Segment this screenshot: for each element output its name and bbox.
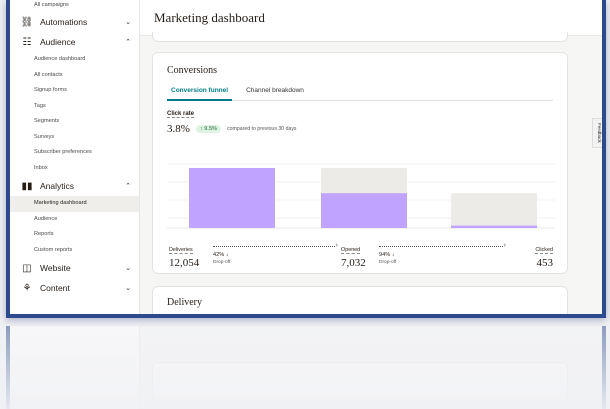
reflection-main: [140, 326, 602, 409]
sidebar-item-label: Website: [40, 263, 71, 273]
sidebar-item-subscriber-preferences[interactable]: Subscriber preferences: [10, 145, 139, 161]
trend-badge: ↑ 9.5%: [195, 125, 222, 133]
stage-clicked: Clicked 453: [507, 238, 553, 269]
stage-opened: Opened 7,032: [341, 238, 366, 269]
tab-channel-breakdown[interactable]: Channel breakdown: [242, 85, 308, 101]
analytics-icon: ▮▮: [21, 180, 33, 192]
sidebar-item-custom-reports[interactable]: Custom reports: [10, 243, 139, 259]
main-content: Marketing dashboard Conversions Conversi…: [140, 0, 602, 314]
audience-icon: ☷: [22, 36, 32, 48]
funnel-chart: [167, 163, 555, 229]
feedback-tab[interactable]: Feedback: [592, 118, 602, 148]
delivery-card: Delivery: [152, 286, 568, 314]
stage-value: 453: [536, 257, 554, 269]
dropoff-label: Drop-off: [379, 260, 397, 265]
metric-label[interactable]: Click rate: [167, 111, 195, 118]
app-window: All campaigns ⛓ Automations ⌄ ☷ Audience…: [6, 0, 606, 318]
automations-icon: ⛓: [20, 16, 34, 28]
window-reflection: [6, 326, 606, 409]
sidebar-item-content[interactable]: ⚘ Content ⌄: [10, 278, 139, 298]
sidebar-item-all-contacts[interactable]: All contacts: [10, 68, 139, 84]
funnel-bar[interactable]: [451, 225, 537, 228]
dropoff-label: Drop-off: [213, 260, 231, 265]
funnel-bar-remainder: [451, 193, 537, 228]
sidebar-item-surveys[interactable]: Surveys: [10, 130, 139, 146]
sidebar-item-label: Audience: [40, 37, 76, 47]
page-title: Marketing dashboard: [154, 9, 265, 25]
sidebar-item-tags[interactable]: Tags: [10, 99, 139, 115]
sidebar-item-label: Analytics: [40, 181, 75, 191]
sidebar-item-reports[interactable]: Reports: [10, 227, 139, 243]
dropoff-pct: 94% ↓: [379, 252, 395, 258]
sidebar: All campaigns ⛓ Automations ⌄ ☷ Audience…: [10, 0, 140, 314]
funnel-bar[interactable]: [321, 193, 407, 228]
sidebar-item-audience[interactable]: ☷ Audience ⌃: [10, 32, 139, 52]
dropoff-arrow: [213, 242, 338, 249]
sidebar-item-automations[interactable]: ⛓ Automations ⌄: [10, 12, 139, 32]
chevron-up-icon: ⌃: [125, 183, 131, 190]
reflection-sidebar: [10, 326, 140, 409]
card-title: Delivery: [167, 297, 202, 308]
stage-name[interactable]: Clicked: [535, 247, 553, 254]
previous-card-bottom: [152, 32, 568, 42]
reflection-card: [152, 362, 568, 402]
metric-row: 3.8% ↑ 9.5% compared to previous 30 days: [167, 123, 553, 135]
sidebar-item-website[interactable]: ◫ Website ⌄: [10, 258, 139, 278]
chevron-down-icon: ⌄: [125, 19, 131, 26]
funnel-stages: Deliveries 12,054 42% ↓ Drop-off Opened …: [167, 238, 555, 274]
dropoff-arrow: [379, 242, 506, 249]
conversions-card: Conversions Conversion funnel Channel br…: [152, 52, 568, 274]
compare-text: compared to previous 30 days: [227, 126, 297, 132]
sidebar-item-analytics[interactable]: ▮▮ Analytics ⌃: [10, 176, 139, 196]
sidebar-item-audience-dashboard[interactable]: Audience dashboard: [10, 52, 139, 68]
dropoff-2: 94% ↓ Drop-off: [379, 252, 396, 265]
dropoff-1: 42% ↓ Drop-off: [213, 252, 230, 265]
chevron-down-icon: ⌄: [125, 285, 131, 292]
metric-value: 3.8%: [167, 123, 190, 135]
stage-name[interactable]: Deliveries: [169, 247, 193, 254]
sidebar-item-marketing-dashboard[interactable]: Marketing dashboard: [10, 196, 139, 212]
stage-deliveries: Deliveries 12,054: [169, 238, 199, 269]
header: Marketing dashboard: [140, 0, 602, 36]
chevron-up-icon: ⌃: [125, 39, 131, 46]
stage-name[interactable]: Opened: [341, 247, 361, 254]
sidebar-item-segments[interactable]: Segments: [10, 114, 139, 130]
content-icon: ⚘: [22, 282, 32, 294]
sidebar-item-label: Content: [40, 283, 70, 293]
website-icon: ◫: [22, 262, 32, 274]
sidebar-item-signup-forms[interactable]: Signup forms: [10, 83, 139, 99]
tab-conversion-funnel[interactable]: Conversion funnel: [167, 85, 233, 101]
chevron-down-icon: ⌄: [125, 265, 131, 272]
dropoff-pct: 42% ↓: [213, 252, 229, 258]
sidebar-item-inbox[interactable]: Inbox: [10, 161, 139, 177]
sidebar-item-all-campaigns[interactable]: All campaigns: [10, 0, 139, 12]
stage-value: 12,054: [169, 257, 200, 269]
sidebar-item-label: Automations: [40, 17, 88, 27]
tab-bar: Conversion funnel Channel breakdown: [167, 85, 553, 101]
funnel-bar[interactable]: [189, 168, 275, 228]
sidebar-item-audience-analytics[interactable]: Audience: [10, 212, 139, 228]
stage-value: 7,032: [341, 257, 366, 269]
card-title: Conversions: [167, 65, 217, 76]
